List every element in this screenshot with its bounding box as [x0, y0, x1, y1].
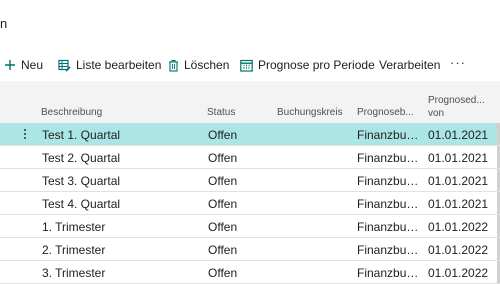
cell-description[interactable]: Test 2. Quartal — [42, 151, 120, 165]
column-header-company-code[interactable]: Buchungskreis — [277, 107, 343, 118]
cell-description[interactable]: Test 1. Quartal — [42, 128, 120, 142]
cell-status: Offen — [208, 128, 238, 142]
cell-forecast-date: 01.01.2022 — [428, 243, 489, 257]
column-header-forecast-date-line2: von — [428, 108, 445, 119]
cell-forecast-type: Finanzbuchhaltung — [357, 243, 421, 257]
edit-list-icon — [58, 59, 71, 72]
cell-forecast-date: 01.01.2021 — [428, 174, 489, 188]
page-title: n — [0, 16, 8, 31]
forecast-by-period-label: Prognose pro Periode — [258, 58, 375, 72]
plus-icon — [4, 59, 16, 71]
new-button[interactable]: Neu — [4, 58, 43, 72]
cell-description[interactable]: 1. Trimester — [42, 220, 105, 234]
process-menu-label: Verarbeiten — [379, 58, 441, 72]
column-header-forecast-type[interactable]: Prognoseb... — [357, 107, 414, 118]
cell-status: Offen — [208, 151, 238, 165]
action-bar: Neu Liste bearbeiten Löschen Prognose pr… — [0, 52, 500, 78]
table-row[interactable]: Test 2. Quartal Offen Finanzbuchhaltung … — [0, 146, 500, 169]
cell-status: Offen — [208, 197, 238, 211]
column-header-forecast-date[interactable]: Prognosed... von — [428, 94, 488, 120]
cell-status: Offen — [208, 243, 238, 257]
new-button-label: Neu — [21, 58, 44, 72]
cell-forecast-date: 01.01.2022 — [428, 266, 489, 280]
table-body: Test 1. Quartal Offen Finanzbuchhaltung … — [0, 123, 500, 284]
cell-forecast-date: 01.01.2021 — [428, 151, 489, 165]
cell-forecast-date: 01.01.2021 — [428, 128, 489, 142]
table-row[interactable]: Test 1. Quartal Offen Finanzbuchhaltung … — [0, 123, 500, 146]
cell-status: Offen — [208, 220, 238, 234]
cell-forecast-type: Finanzbuchhaltung — [357, 151, 421, 165]
delete-button[interactable]: Löschen — [168, 58, 229, 72]
cell-status: Offen — [208, 174, 238, 188]
more-actions-button[interactable]: ··· — [450, 55, 466, 70]
table-row[interactable]: 1. Trimester Offen Finanzbuchhaltung 01.… — [0, 215, 500, 238]
cell-description[interactable]: 3. Trimester — [42, 266, 105, 280]
forecast-list: Beschreibung Status Buchungskreis Progno… — [0, 81, 500, 284]
column-header-status[interactable]: Status — [207, 107, 235, 118]
table-row[interactable]: Test 4. Quartal Offen Finanzbuchhaltung … — [0, 192, 500, 215]
row-actions-icon[interactable] — [21, 126, 29, 142]
cell-forecast-type: Finanzbuchhaltung — [357, 128, 421, 142]
process-menu-button[interactable]: Verarbeiten — [379, 58, 440, 72]
calendar-grid-icon — [240, 59, 253, 72]
cell-description[interactable]: Test 3. Quartal — [42, 174, 120, 188]
cell-forecast-date: 01.01.2022 — [428, 220, 489, 234]
cell-forecast-date: 01.01.2021 — [428, 197, 489, 211]
trash-icon — [168, 59, 179, 72]
table-row[interactable]: 3. Trimester Offen Finanzbuchhaltung 01.… — [0, 261, 500, 284]
cell-forecast-type: Finanzbuchhaltung — [357, 220, 421, 234]
table-header: Beschreibung Status Buchungskreis Progno… — [0, 81, 500, 123]
cell-description[interactable]: 2. Trimester — [42, 243, 105, 257]
cell-forecast-type: Finanzbuchhaltung — [357, 266, 421, 280]
cell-forecast-type: Finanzbuchhaltung — [357, 197, 421, 211]
table-row[interactable]: Test 3. Quartal Offen Finanzbuchhaltung … — [0, 169, 500, 192]
delete-button-label: Löschen — [184, 58, 230, 72]
forecast-by-period-button[interactable]: Prognose pro Periode — [240, 58, 375, 72]
edit-list-button[interactable]: Liste bearbeiten — [58, 58, 161, 72]
column-header-forecast-date-line1: Prognosed... — [428, 95, 485, 106]
cell-status: Offen — [208, 266, 238, 280]
column-header-description[interactable]: Beschreibung — [41, 107, 102, 118]
edit-list-button-label: Liste bearbeiten — [76, 58, 162, 72]
cell-forecast-type: Finanzbuchhaltung — [357, 174, 421, 188]
cell-description[interactable]: Test 4. Quartal — [42, 197, 120, 211]
ellipsis-icon: ··· — [450, 55, 466, 70]
table-row[interactable]: 2. Trimester Offen Finanzbuchhaltung 01.… — [0, 238, 500, 261]
